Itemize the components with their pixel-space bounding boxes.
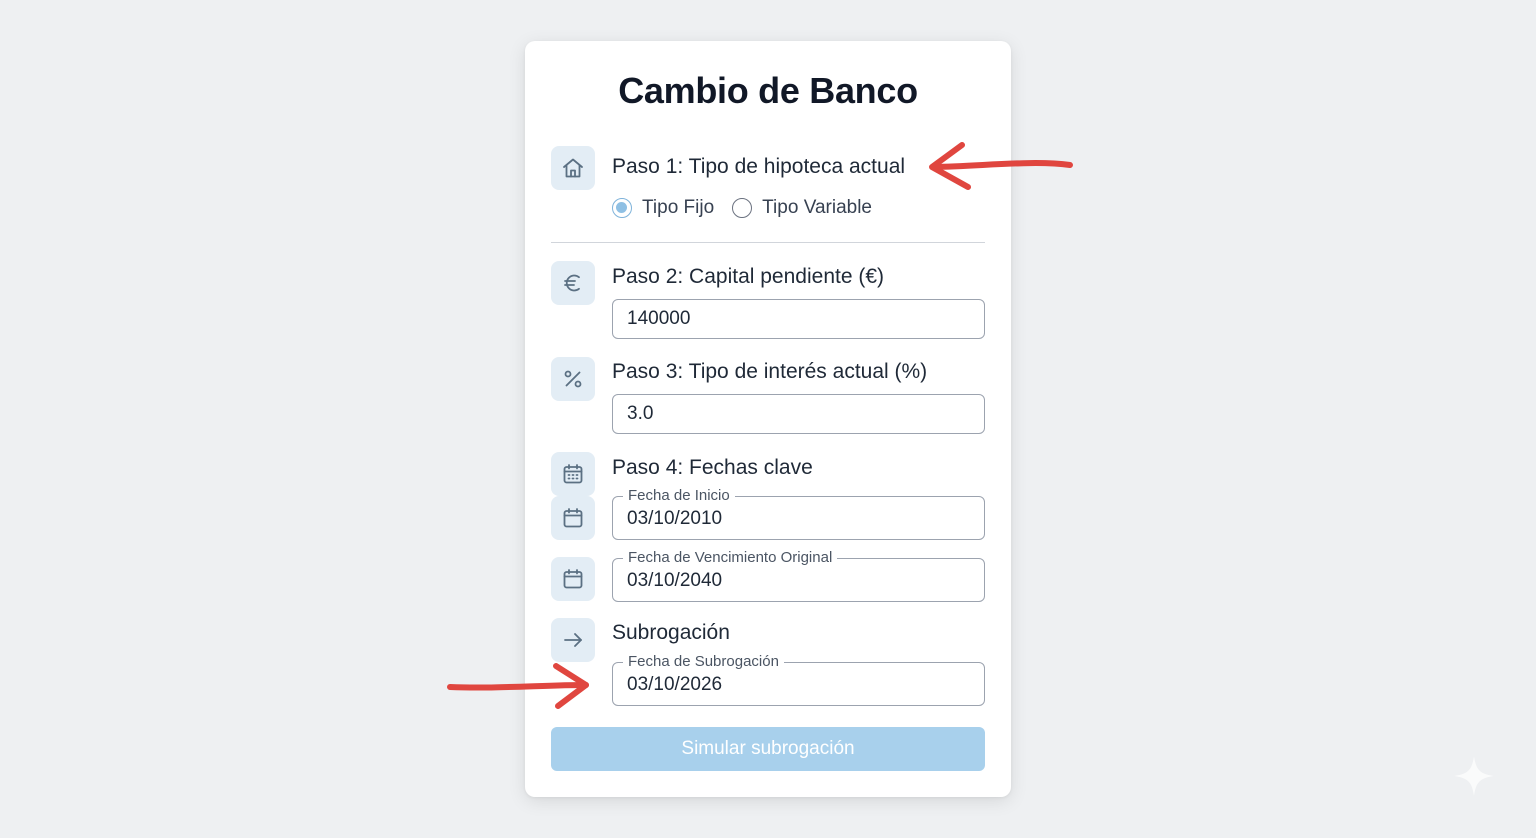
radio-tipo-fijo[interactable]: Tipo Fijo (612, 197, 714, 219)
annotation-arrow-left (929, 142, 1073, 190)
subrogation-icon-box (551, 618, 595, 662)
interest-rate-input[interactable]: 3.0 (612, 394, 985, 434)
maturity-date-icon-box (551, 557, 595, 601)
euro-icon (564, 274, 580, 292)
start-date-field[interactable]: Fecha de Inicio 03/10/2010 (612, 487, 985, 540)
step1-icon-box (551, 146, 595, 190)
capital-input[interactable]: 140000 (612, 299, 985, 339)
sparkle-icon (1454, 756, 1494, 796)
subrogation-date-legend: Fecha de Subrogación (623, 653, 784, 670)
radio-tipo-variable[interactable]: Tipo Variable (732, 197, 872, 219)
percent-icon (564, 370, 582, 388)
step4-label: Paso 4: Fechas clave (612, 456, 813, 479)
subrogation-label: Subrogación (612, 621, 730, 644)
radio-label: Tipo Variable (762, 197, 872, 218)
calendar-icon (563, 508, 583, 528)
simulate-button[interactable]: Simular subrogación (551, 727, 985, 771)
calendar-icon (563, 569, 583, 589)
subrogation-date-value[interactable]: 03/10/2026 (627, 674, 722, 696)
calendar-grid-icon (563, 464, 583, 484)
divider (551, 242, 985, 243)
start-date-icon-box (551, 496, 595, 540)
radio-button-selected[interactable] (612, 198, 632, 218)
home-icon (563, 158, 583, 178)
step3-icon-box (551, 357, 595, 401)
step2-label: Paso 2: Capital pendiente (€) (612, 265, 885, 288)
start-date-value[interactable]: 03/10/2010 (627, 508, 722, 530)
mortgage-type-radio-group: Tipo Fijo Tipo Variable (612, 197, 890, 219)
annotation-arrow-right (447, 663, 589, 709)
page-title: Cambio de Banco (618, 70, 918, 111)
subrogation-date-field[interactable]: Fecha de Subrogación 03/10/2026 (612, 653, 985, 706)
start-date-legend: Fecha de Inicio (623, 487, 735, 504)
maturity-date-field[interactable]: Fecha de Vencimiento Original 03/10/2040 (612, 549, 985, 602)
maturity-date-value[interactable]: 03/10/2040 (627, 570, 722, 592)
radio-label: Tipo Fijo (642, 197, 715, 218)
arrow-right-icon (564, 633, 582, 647)
step4-icon-box (551, 452, 595, 496)
step3-label: Paso 3: Tipo de interés actual (%) (612, 360, 928, 383)
radio-button[interactable] (732, 198, 753, 218)
maturity-date-legend: Fecha de Vencimiento Original (623, 549, 838, 566)
step2-icon-box (551, 261, 595, 305)
step1-label: Paso 1: Tipo de hipoteca actual (612, 155, 906, 178)
